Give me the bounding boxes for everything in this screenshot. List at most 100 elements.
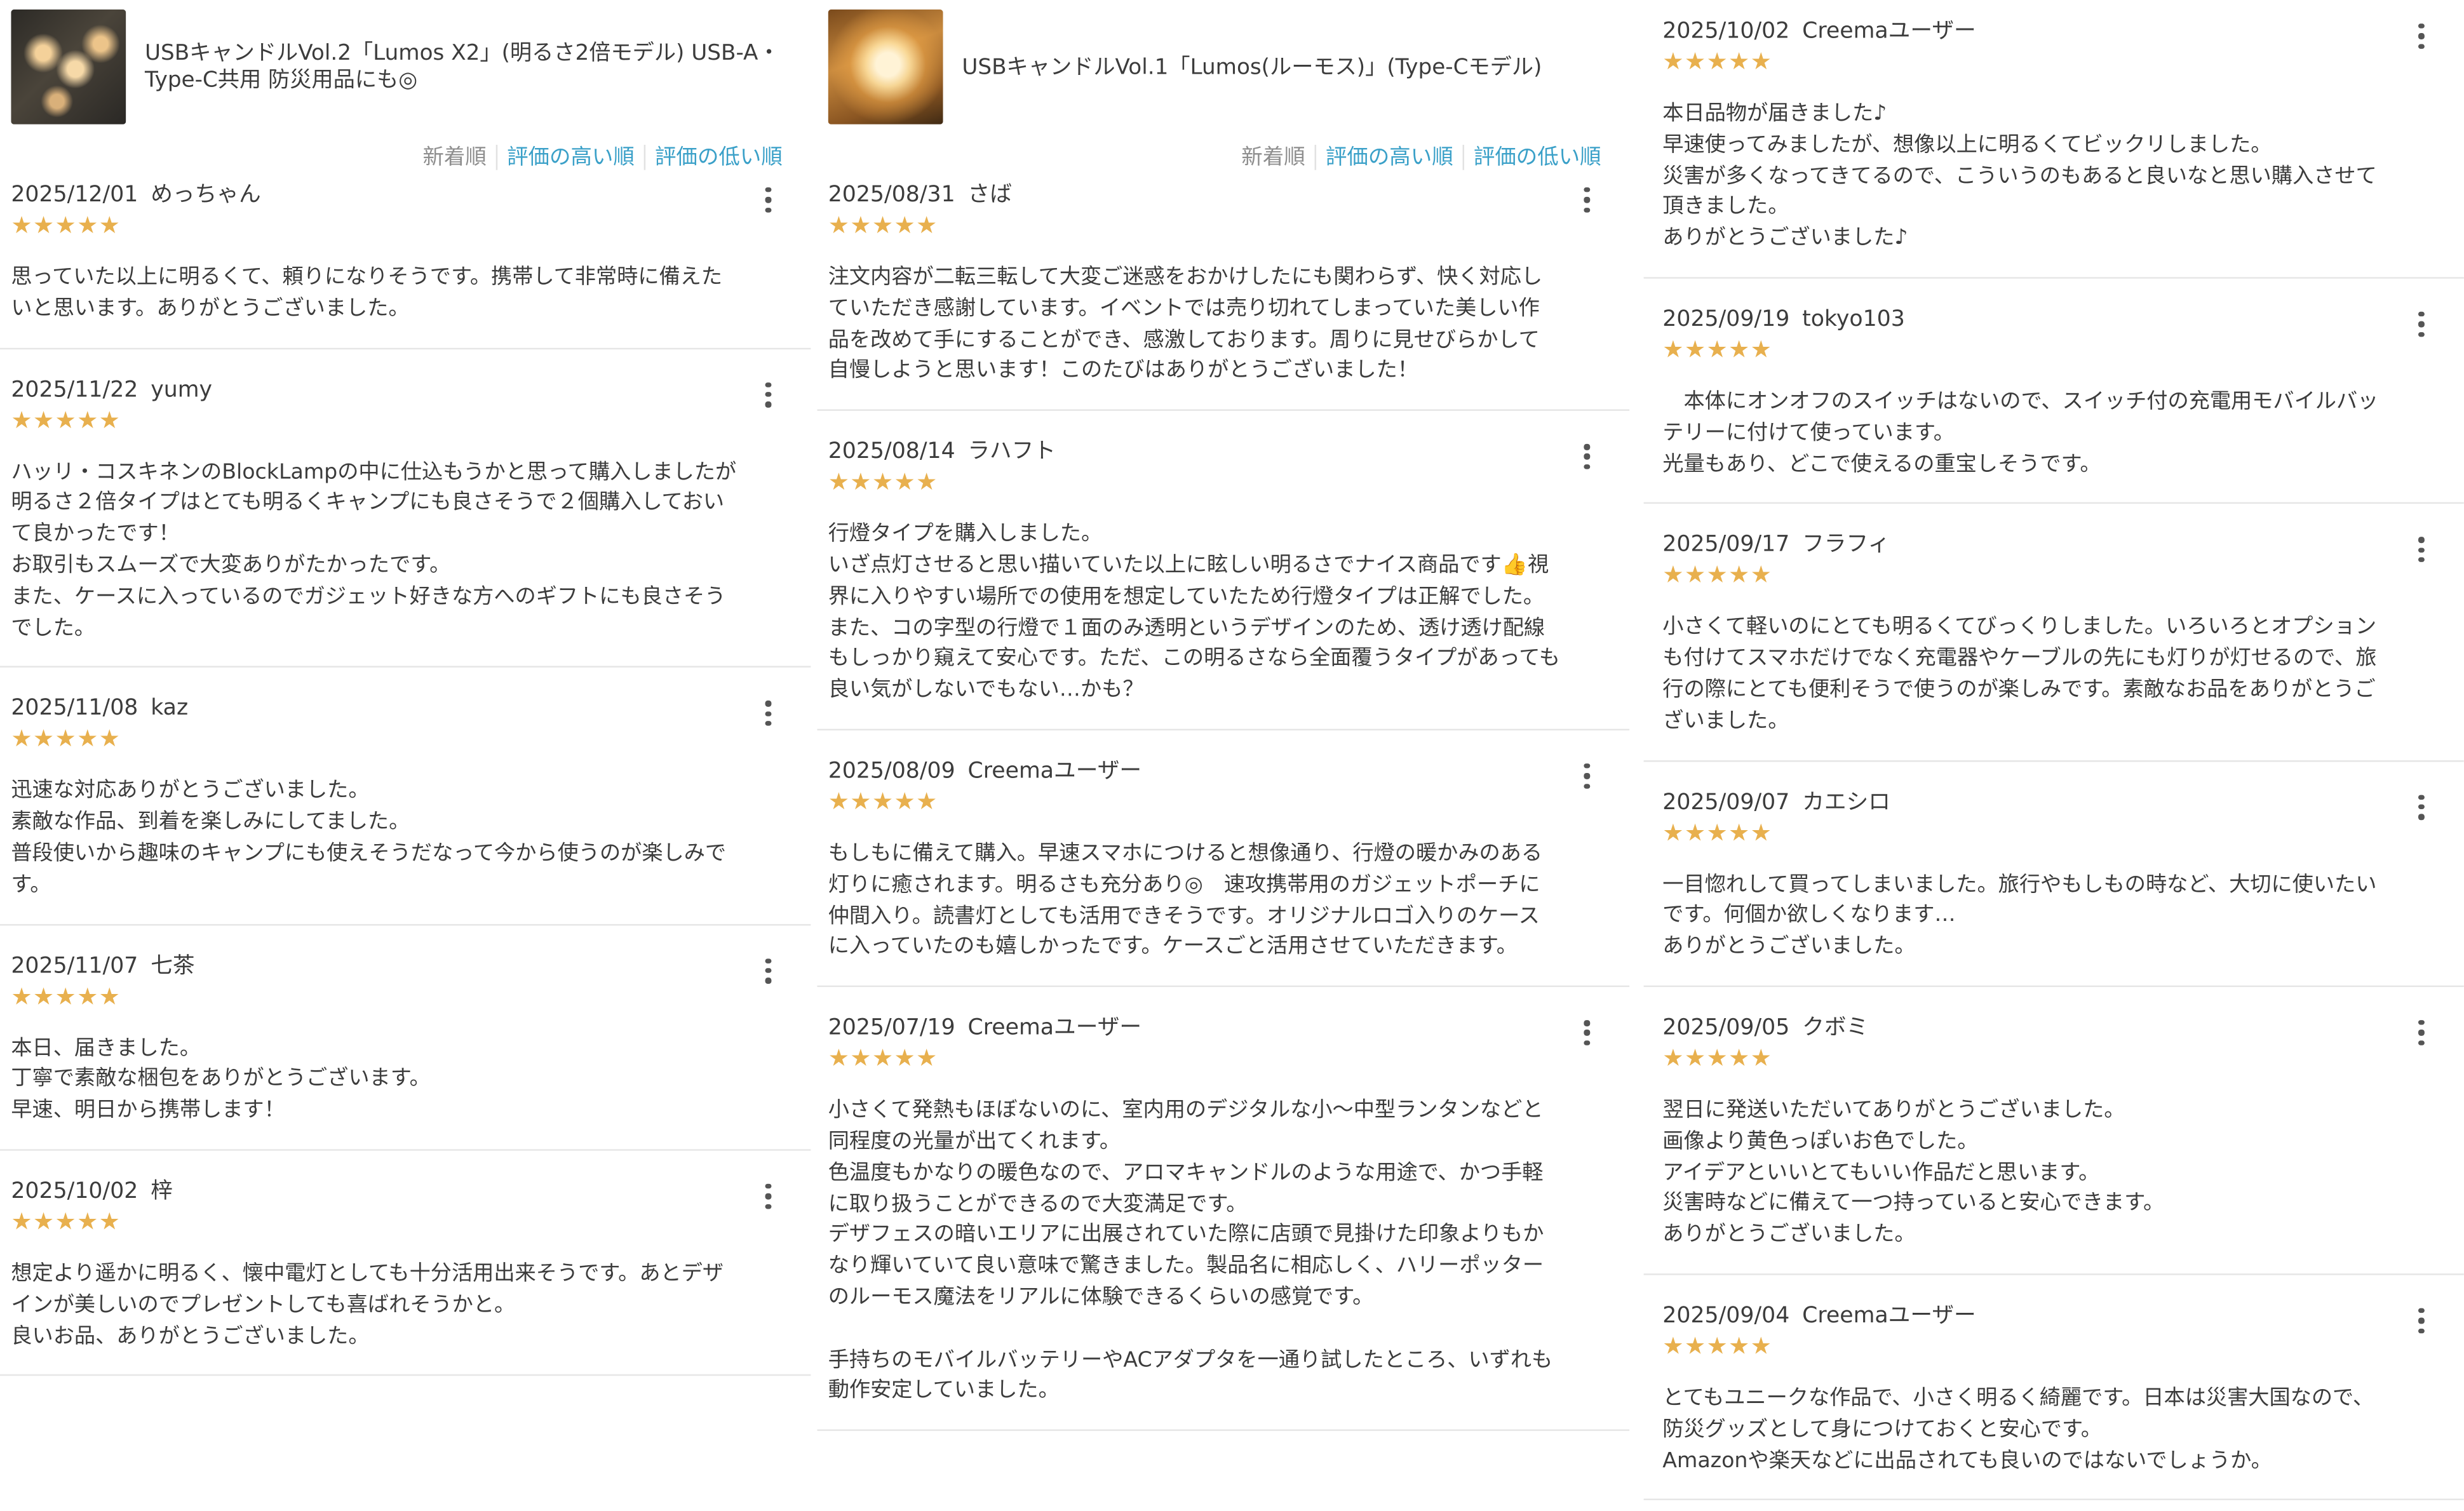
reviewer-name[interactable]: Creemaユーザー	[1802, 19, 1976, 44]
reviewer-name[interactable]: フラフィ	[1802, 533, 1890, 558]
more-vertical-icon[interactable]	[757, 953, 779, 988]
reviewer-name[interactable]: カエシロ	[1802, 789, 1890, 815]
star-icon: ★	[55, 981, 77, 1011]
reviewer-name[interactable]: tokyo103	[1802, 307, 1905, 332]
star-icon: ★	[872, 787, 894, 816]
review-item: 2025/08/31 さば ★★★★★ 注文内容が二転三転して大変ご迷惑をおかけし…	[817, 180, 1630, 412]
reviewer-name[interactable]: yumy	[151, 377, 212, 403]
more-vertical-icon[interactable]	[2411, 533, 2433, 568]
more-vertical-icon[interactable]	[2411, 789, 2433, 824]
reviewer-name[interactable]: ラハフト	[968, 440, 1056, 465]
star-icon: ★	[1750, 817, 1773, 847]
sort-newest[interactable]: 新着順	[414, 145, 496, 170]
reviewer-name[interactable]: 七茶	[151, 953, 194, 979]
product-title[interactable]: USBキャンドルVol.2「Lumos X2」(明るさ2倍モデル) USB-A・…	[145, 41, 795, 94]
star-icon: ★	[1728, 47, 1751, 76]
product-title[interactable]: USBキャンドルVol.1「Lumos(ルーモス)」(Type-Cモデル)	[962, 55, 1613, 82]
review-date: 2025/09/19	[1662, 307, 1790, 332]
star-icon: ★	[55, 211, 77, 239]
reviewer-name[interactable]: 梓	[151, 1179, 173, 1204]
star-icon: ★	[1728, 1331, 1751, 1360]
rating-stars: ★★★★★	[828, 468, 1561, 497]
more-vertical-icon[interactable]	[757, 696, 779, 731]
review-date: 2025/11/22	[11, 377, 138, 403]
more-vertical-icon[interactable]	[1576, 759, 1598, 794]
more-vertical-icon[interactable]	[2411, 1303, 2433, 1338]
review-date: 2025/08/09	[828, 758, 955, 784]
review-item: 2025/09/04 Creemaユーザー ★★★★★ とてもユニークな作品で、小…	[1643, 1300, 2464, 1501]
review-text: とてもユニークな作品で、小さく明るく綺麗です。日本は災害大国なので、防災グッズと…	[1662, 1387, 2374, 1473]
more-vertical-icon[interactable]	[757, 183, 779, 218]
product-thumbnail[interactable]	[11, 9, 126, 124]
more-vertical-icon[interactable]	[2411, 19, 2433, 54]
rating-stars: ★★★★★	[11, 1207, 741, 1236]
star-icon: ★	[916, 211, 938, 239]
reviewer-name[interactable]: さば	[968, 183, 1012, 208]
star-icon: ★	[98, 405, 121, 434]
reviewer-name[interactable]: Creemaユーザー	[1802, 1303, 1976, 1329]
review-date: 2025/09/05	[1662, 1015, 1790, 1041]
rating-stars: ★★★★★	[11, 981, 741, 1010]
review-item: 2025/11/07 七茶 ★★★★★ 本日、届きました。 丁寧で素敵な梱包をあり…	[0, 950, 811, 1151]
star-icon: ★	[77, 1207, 99, 1236]
review-date: 2025/10/02	[1662, 18, 1790, 44]
sort-bar: 新着順 評価の高い順 評価の低い順	[0, 135, 811, 179]
review-text: 想定より遥かに明るく、懐中電灯としても十分活用出来そうです。あとデザインが美しい…	[11, 1262, 724, 1348]
review-item: 2025/10/02 Creemaユーザー ★★★★★ 本日品物が届きました♪ 早…	[1643, 16, 2464, 279]
star-icon: ★	[1750, 47, 1773, 76]
star-icon: ★	[98, 1207, 121, 1236]
star-icon: ★	[1750, 1331, 1773, 1360]
star-icon: ★	[1662, 561, 1685, 589]
reviewer-name[interactable]: kaz	[151, 696, 188, 722]
review-text: 小さくて発熱もほぼないのに、室内用のデジタルな小〜中型ランタンなどと同程度の光量…	[828, 1099, 1553, 1404]
review-item: 2025/09/05 クボミ ★★★★★ 翌日に発送いただいてありがとうございまし…	[1643, 1012, 2464, 1275]
star-icon: ★	[11, 981, 33, 1011]
rating-stars: ★★★★★	[11, 405, 741, 434]
product-thumbnail[interactable]	[828, 9, 943, 124]
star-icon: ★	[98, 725, 121, 753]
star-icon: ★	[850, 1044, 872, 1073]
product-header[interactable]: USBキャンドルVol.2「Lumos X2」(明るさ2倍モデル) USB-A・…	[0, 0, 811, 135]
review-text: もしもに備えて購入。早速スマホにつけると想像通り、行燈の暖かみのある灯りに癒され…	[828, 842, 1543, 960]
reviewer-name[interactable]: めっちゃん	[151, 183, 260, 208]
more-vertical-icon[interactable]	[1576, 440, 1598, 474]
sort-lowest-rated[interactable]: 評価の低い順	[643, 145, 792, 170]
star-icon: ★	[872, 467, 894, 497]
review-header: 2025/08/31 さば	[828, 180, 1561, 212]
star-icon: ★	[77, 211, 99, 239]
star-icon: ★	[1662, 1044, 1685, 1072]
reviewer-name[interactable]: Creemaユーザー	[968, 1016, 1142, 1041]
review-header: 2025/09/05 クボミ	[1662, 1012, 2395, 1044]
reviewer-name[interactable]: クボミ	[1802, 1016, 1868, 1041]
review-item: 2025/09/17 フラフィ ★★★★★ 小さくて軽いのにとても明るくてびっくり…	[1643, 530, 2464, 762]
review-header: 2025/10/02 Creemaユーザー	[1662, 16, 2395, 48]
sort-highest-rated[interactable]: 評価の高い順	[495, 145, 644, 170]
more-vertical-icon[interactable]	[1576, 183, 1598, 218]
sort-lowest-rated[interactable]: 評価の低い順	[1462, 145, 1611, 170]
review-item: 2025/08/09 Creemaユーザー ★★★★★ もしもに備えて購入。早速ス…	[817, 756, 1630, 988]
rating-stars: ★★★★★	[11, 725, 741, 753]
review-date: 2025/09/17	[1662, 532, 1790, 558]
sort-newest[interactable]: 新着順	[1232, 145, 1314, 170]
star-icon: ★	[77, 405, 99, 434]
review-item: 2025/10/02 梓 ★★★★★ 想定より遥かに明るく、懐中電灯としても十分活…	[0, 1176, 811, 1377]
more-vertical-icon[interactable]	[1576, 1016, 1598, 1051]
reviewer-name[interactable]: Creemaユーザー	[968, 759, 1142, 784]
star-icon: ★	[1750, 1044, 1773, 1072]
star-icon: ★	[828, 1044, 851, 1073]
review-text: 行燈タイプを購入しました。 いざ点灯させると思い描いていた以上に眩しい明るさでナ…	[828, 523, 1560, 702]
review-list: 2025/12/01 めっちゃん ★★★★★ 思っていた以上に明るくて、頼りになり…	[0, 180, 811, 1377]
rating-stars: ★★★★★	[11, 211, 741, 239]
product-header[interactable]: USBキャンドルVol.1「Lumos(ルーモス)」(Type-Cモデル)	[817, 0, 1629, 135]
star-icon: ★	[11, 211, 33, 239]
more-vertical-icon[interactable]	[2411, 1016, 2433, 1051]
reviews-column-2: USBキャンドルVol.1「Lumos(ルーモス)」(Type-Cモデル) 新着…	[817, 0, 1630, 1511]
more-vertical-icon[interactable]	[2411, 307, 2433, 342]
more-vertical-icon[interactable]	[757, 1179, 779, 1214]
star-icon: ★	[1662, 1331, 1685, 1360]
more-vertical-icon[interactable]	[757, 377, 779, 412]
rating-stars: ★★★★★	[828, 787, 1561, 816]
sort-highest-rated[interactable]: 評価の高い順	[1314, 145, 1463, 170]
review-text: 翌日に発送いただいてありがとうございました。 画像より黄色っぽいお色でした。 ア…	[1662, 1098, 2165, 1247]
review-date: 2025/09/07	[1662, 789, 1790, 815]
